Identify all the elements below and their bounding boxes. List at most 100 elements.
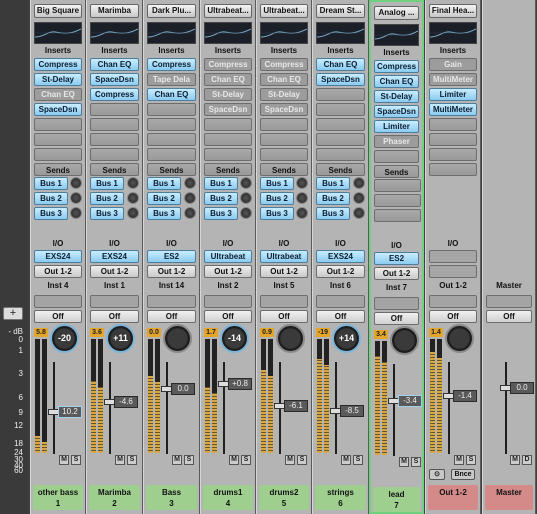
group-slot[interactable] <box>429 295 477 308</box>
solo-button[interactable]: S <box>411 457 421 467</box>
insert-slot[interactable]: Compress <box>260 58 308 71</box>
volume-value[interactable]: -8.5 <box>340 405 364 417</box>
pan-knob[interactable]: -14 <box>220 324 249 353</box>
track-name[interactable]: lead 7 <box>373 487 420 512</box>
send-slot[interactable]: Bus 2 <box>90 192 124 205</box>
pan-knob[interactable] <box>163 324 192 353</box>
send-level-knob[interactable] <box>240 192 252 204</box>
send-slot[interactable]: Bus 3 <box>316 207 350 220</box>
insert-slot[interactable]: Compress <box>34 58 82 71</box>
automation-mode-button[interactable]: Off <box>260 310 308 323</box>
insert-slot[interactable]: Limiter <box>374 120 419 133</box>
track-name[interactable]: Marimba 2 <box>89 485 140 510</box>
solo-button[interactable]: S <box>71 455 81 465</box>
automation-mode-button[interactable]: Off <box>34 310 82 323</box>
peak-indicator[interactable]: 1.7 <box>204 328 218 337</box>
pan-knob[interactable]: +14 <box>332 324 361 353</box>
eq-thumbnail[interactable] <box>90 22 139 44</box>
insert-slot[interactable]: Compress <box>204 58 252 71</box>
automation-mode-button[interactable]: Off <box>374 312 419 325</box>
volume-fader-track[interactable] <box>448 362 450 454</box>
volume-value[interactable]: -6.1 <box>284 400 308 412</box>
output-slot[interactable]: Out 1-2 <box>374 267 419 280</box>
channel-strip[interactable]: Analog ... Inserts Compress Chan EQ St-Delay… <box>369 0 424 514</box>
send-slot-empty[interactable] <box>374 209 421 222</box>
channel-strip[interactable]: Final Hea... Inserts Gain MultiMeter Limiter… <box>425 0 481 514</box>
send-slot-empty[interactable] <box>374 179 421 192</box>
input-slot[interactable]: ES2 <box>147 250 196 263</box>
output-slot[interactable]: Out 1-2 <box>260 265 308 278</box>
insert-slot-empty[interactable] <box>34 118 82 131</box>
input-slot-empty[interactable] <box>429 250 477 263</box>
insert-slot-empty[interactable] <box>204 148 252 161</box>
send-level-knob[interactable] <box>70 192 82 204</box>
insert-slot-empty[interactable] <box>147 148 196 161</box>
instrument-slot[interactable]: Big Square <box>34 4 82 18</box>
volume-fader-track[interactable] <box>393 364 395 456</box>
insert-slot-empty[interactable] <box>90 133 139 146</box>
insert-slot-empty[interactable] <box>147 118 196 131</box>
insert-slot-empty[interactable] <box>429 163 477 176</box>
insert-slot[interactable]: Chan EQ <box>147 88 196 101</box>
group-slot[interactable] <box>147 295 196 308</box>
channel-strip[interactable]: Big Square Inserts Compress St-Delay Chan EQ… <box>30 0 86 514</box>
insert-slot-empty[interactable] <box>374 150 419 163</box>
input-slot[interactable]: Ultrabeat <box>204 250 252 263</box>
pan-knob[interactable] <box>390 326 419 355</box>
send-level-knob[interactable] <box>70 207 82 219</box>
volume-value[interactable]: 0.0 <box>171 383 195 395</box>
send-slot[interactable]: Bus 1 <box>260 177 294 190</box>
volume-fader-track[interactable] <box>505 362 507 454</box>
insert-slot[interactable]: Compress <box>147 58 196 71</box>
dim-button[interactable]: D <box>522 455 532 465</box>
insert-slot[interactable]: St-Delay <box>204 88 252 101</box>
track-name[interactable]: drums2 5 <box>259 485 309 510</box>
send-slot[interactable]: Bus 3 <box>34 207 68 220</box>
solo-button[interactable]: S <box>353 455 363 465</box>
group-slot[interactable] <box>260 295 308 308</box>
send-level-knob[interactable] <box>296 192 308 204</box>
volume-value[interactable]: -4.6 <box>114 396 138 408</box>
link-icon[interactable]: ⊙ <box>429 469 445 480</box>
output-slot[interactable]: Out 1-2 <box>90 265 139 278</box>
send-slot[interactable]: Bus 3 <box>90 207 124 220</box>
insert-slot[interactable]: Chan EQ <box>204 73 252 86</box>
mute-button[interactable]: M <box>285 455 295 465</box>
solo-button[interactable]: S <box>466 455 476 465</box>
automation-mode-button[interactable]: Off <box>204 310 252 323</box>
solo-button[interactable]: S <box>297 455 307 465</box>
eq-thumbnail[interactable] <box>34 22 82 44</box>
pan-knob[interactable]: -20 <box>50 324 79 353</box>
channel-strip[interactable]: Dream St... Inserts Chan EQ SpaceDsn Sends Bu… <box>312 0 369 514</box>
insert-slot[interactable]: MultiMeter <box>429 73 477 86</box>
send-slot[interactable]: Bus 2 <box>316 192 350 205</box>
mute-button[interactable]: M <box>172 455 182 465</box>
input-slot[interactable]: EXS24 <box>316 250 365 263</box>
mute-button[interactable]: M <box>229 455 239 465</box>
instrument-slot[interactable]: Marimba <box>90 4 139 18</box>
bounce-button[interactable]: Bnce <box>451 469 475 480</box>
insert-slot[interactable]: Phaser <box>374 135 419 148</box>
send-level-knob[interactable] <box>70 177 82 189</box>
send-level-knob[interactable] <box>127 207 139 219</box>
eq-thumbnail[interactable] <box>429 22 477 44</box>
send-level-knob[interactable] <box>296 207 308 219</box>
send-level-knob[interactable] <box>240 207 252 219</box>
insert-slot-empty[interactable] <box>90 103 139 116</box>
peak-indicator[interactable]: 3.4 <box>374 330 388 339</box>
solo-button[interactable]: S <box>184 455 194 465</box>
insert-slot[interactable]: Chan EQ <box>34 88 82 101</box>
track-name[interactable]: drums1 4 <box>203 485 253 510</box>
send-level-knob[interactable] <box>184 207 196 219</box>
instrument-slot[interactable]: Dark Plu... <box>147 4 196 18</box>
instrument-slot[interactable]: Final Hea... <box>429 4 477 18</box>
group-slot[interactable] <box>90 295 139 308</box>
eq-thumbnail[interactable] <box>204 22 252 44</box>
insert-slot-empty[interactable] <box>147 103 196 116</box>
mute-button[interactable]: M <box>341 455 351 465</box>
group-slot[interactable] <box>316 295 365 308</box>
send-level-knob[interactable] <box>127 177 139 189</box>
track-name[interactable]: other bass 1 <box>33 485 83 510</box>
send-level-knob[interactable] <box>296 177 308 189</box>
pan-knob[interactable] <box>445 324 474 353</box>
